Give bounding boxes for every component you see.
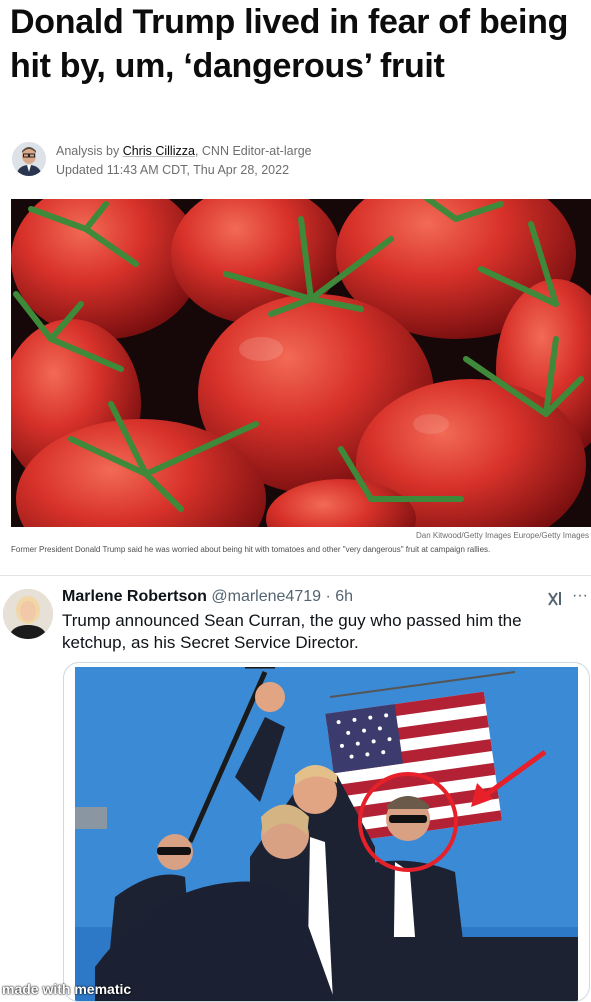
grok-icon[interactable] bbox=[546, 590, 564, 608]
photo-credit: Dan Kitwood/Getty Images Europe/Getty Im… bbox=[416, 531, 589, 540]
tweet-separator: · bbox=[321, 588, 336, 605]
updated-timestamp: Updated 11:43 AM CDT, Thu Apr 28, 2022 bbox=[56, 163, 290, 177]
byline-prefix: Analysis by bbox=[56, 144, 123, 158]
mematic-watermark: made with mematic bbox=[2, 981, 132, 997]
tomatoes-photo bbox=[11, 199, 591, 527]
divider bbox=[0, 575, 591, 576]
tweet-avatar[interactable] bbox=[3, 589, 53, 639]
tweet-header: Marlene Robertson @marlene4719 · 6h bbox=[62, 586, 353, 608]
author-avatar[interactable] bbox=[12, 142, 46, 176]
author-link[interactable]: Chris Cillizza bbox=[123, 144, 195, 158]
article-headline: Donald Trump lived in fear of being hit … bbox=[10, 3, 569, 85]
photo-caption: Former President Donald Trump said he wa… bbox=[11, 545, 491, 554]
author-role: , CNN Editor-at-large bbox=[194, 144, 312, 158]
article-byline: Analysis by Chris Cillizza, CNN Editor-a… bbox=[12, 140, 582, 184]
more-icon[interactable]: ··· bbox=[572, 588, 588, 604]
rally-photo bbox=[75, 667, 578, 1001]
tweet-timestamp[interactable]: 6h bbox=[335, 588, 353, 605]
tweet-text: Trump announced Sean Curran, the guy who… bbox=[62, 611, 522, 652]
tweet-author-handle[interactable]: @marlene4719 bbox=[211, 588, 321, 605]
byline-text: Analysis by Chris Cillizza, CNN Editor-a… bbox=[56, 142, 312, 180]
tweet-author-name[interactable]: Marlene Robertson bbox=[62, 588, 207, 605]
tweet-media[interactable] bbox=[63, 662, 590, 1002]
